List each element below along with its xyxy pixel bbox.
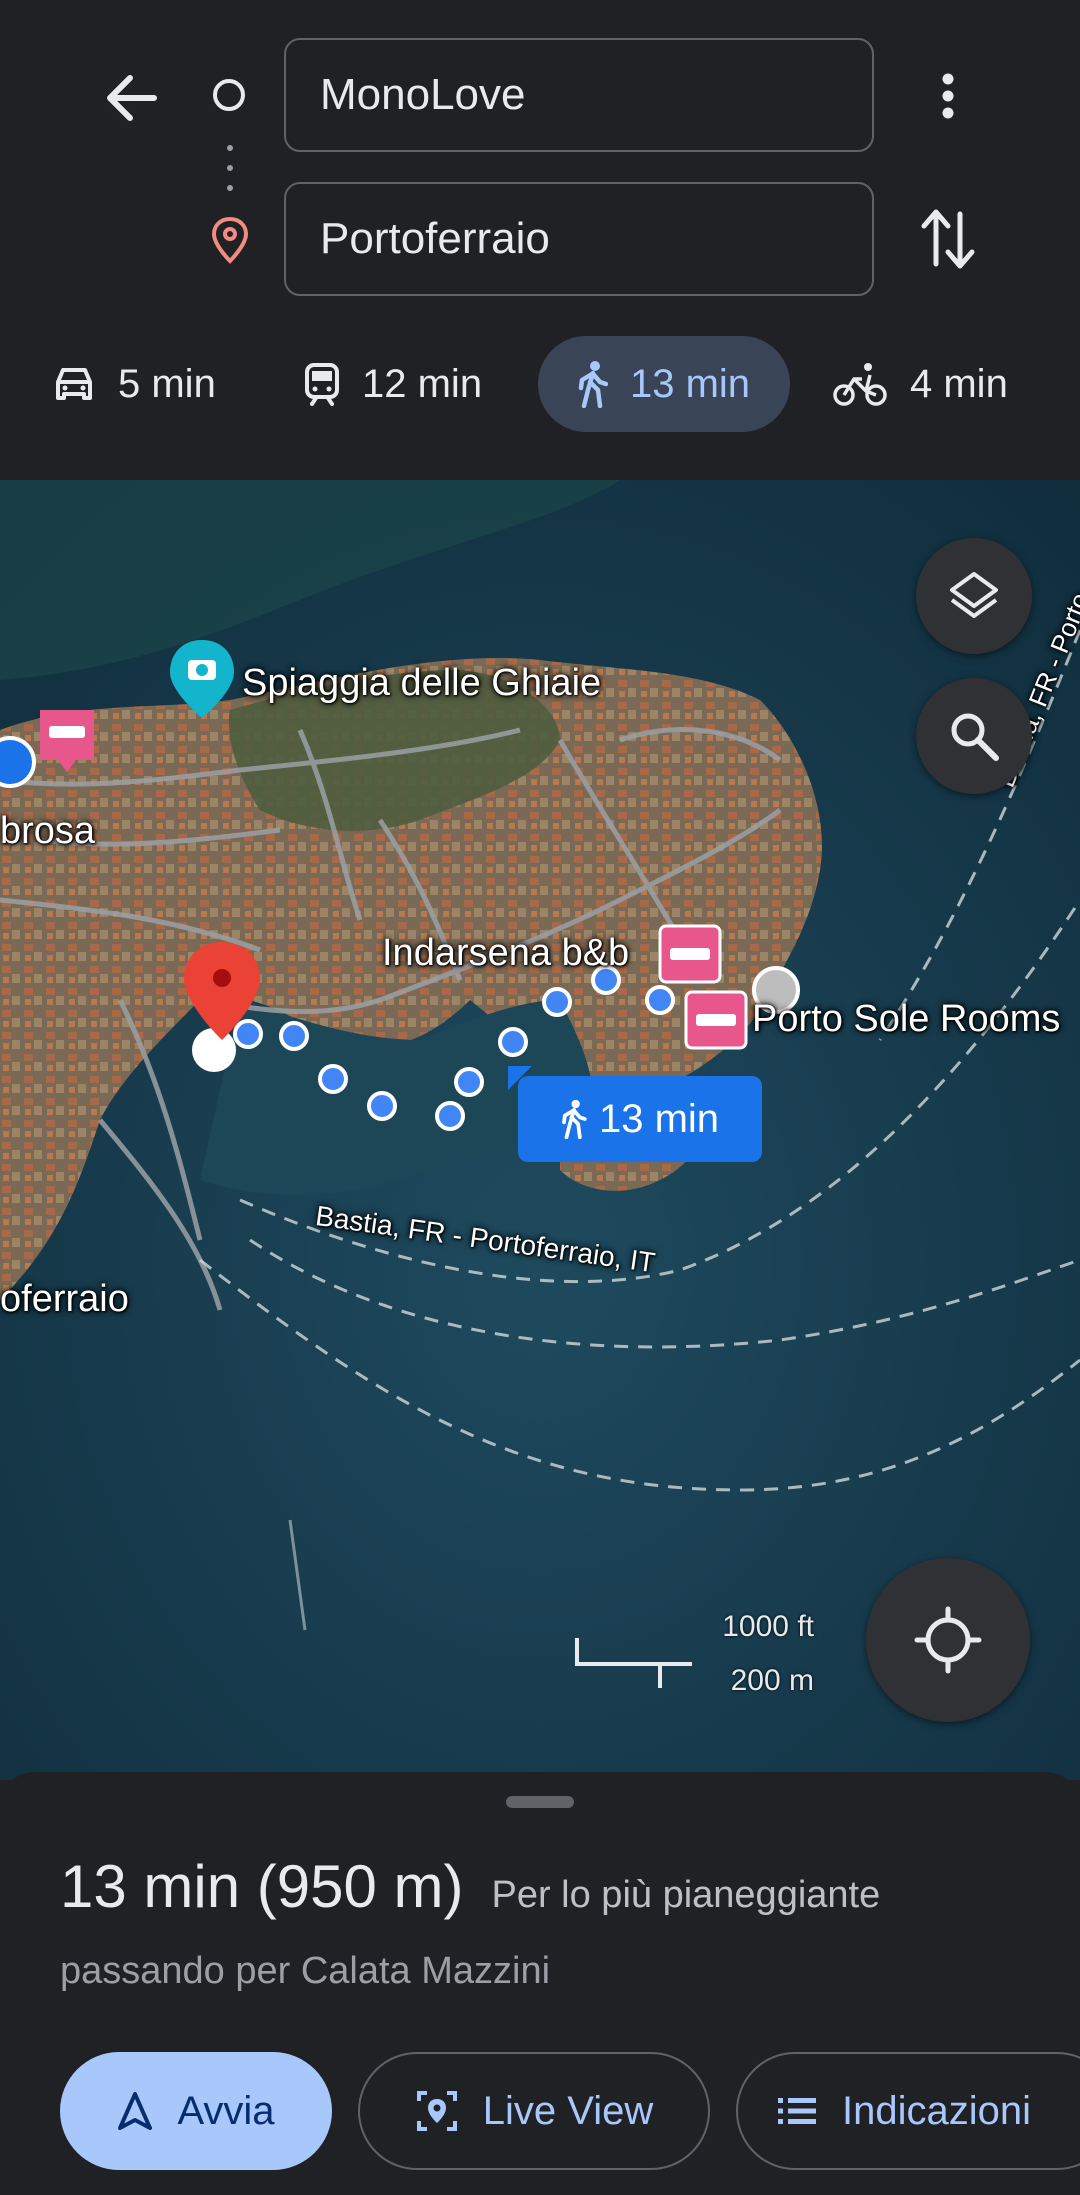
train-icon <box>305 363 339 406</box>
scale-meters: 200 m <box>730 1664 814 1697</box>
tab-drive[interactable]: 5 min <box>52 336 216 432</box>
swap-directions-button[interactable] <box>916 204 980 274</box>
scale-feet: 1000 ft <box>722 1610 814 1643</box>
town-label: oferraio <box>0 1278 129 1320</box>
my-location-button[interactable] <box>866 1558 1030 1722</box>
origin-marker-icon <box>212 78 246 112</box>
destination-pin-icon <box>211 216 249 264</box>
route-summary-sheet[interactable]: 13 min (950 m) Per lo più pianeggiante p… <box>0 1772 1080 2195</box>
bike-icon <box>833 363 887 406</box>
directions-header: MonoLove Portoferraio 5 min 12 min 13 mi… <box>0 0 1080 480</box>
walk-time: 13 min <box>629 361 751 406</box>
walk-icon <box>562 1099 587 1139</box>
bike-time: 4 min <box>910 361 1008 406</box>
destination-input[interactable]: Portoferraio <box>284 182 874 296</box>
route-terrain: Per lo più pianeggiante <box>491 1874 881 1916</box>
eta-badge-text: 13 min <box>598 1096 720 1141</box>
swap-vert-icon <box>921 209 975 269</box>
drag-handle[interactable] <box>506 1796 574 1808</box>
route-duration: 13 min (950 m) <box>60 1853 464 1920</box>
search-icon <box>951 713 999 761</box>
poi-label-hotel-porto-sole[interactable]: Porto Sole Rooms <box>752 998 1060 1041</box>
directions-list-button[interactable]: Indicazioni <box>736 2052 1080 2170</box>
tab-walk[interactable]: 13 min <box>538 336 790 432</box>
live-view-icon <box>416 2091 457 2131</box>
more-vert-icon <box>942 73 954 119</box>
start-navigation-button[interactable]: Avvia <box>60 2052 332 2170</box>
poi-label-beach[interactable]: Spiaggia delle Ghiaie <box>242 662 601 705</box>
map-scale: 1000 ft 200 m <box>574 1610 824 1710</box>
my-location-icon <box>914 1606 982 1674</box>
tab-bike[interactable]: 4 min <box>832 336 1008 432</box>
back-button[interactable] <box>98 68 164 128</box>
navigation-icon <box>118 2092 153 2130</box>
more-options-button[interactable] <box>924 66 972 126</box>
route-summary: 13 min (950 m) Per lo più pianeggiante <box>60 1852 880 1921</box>
origin-input[interactable]: MonoLove <box>284 38 874 152</box>
arrow-back-icon <box>107 75 157 121</box>
directions-label: Indicazioni <box>842 2088 1032 2133</box>
map-view[interactable]: Spiaggia delle Ghiaie brosa Indarsena b&… <box>0 480 1080 1780</box>
walk-icon <box>578 361 608 408</box>
layers-icon <box>950 572 998 618</box>
scale-bar-icon <box>575 1638 692 1688</box>
travel-mode-tabs: 5 min 12 min 13 min 4 min <box>0 336 1080 432</box>
poi-label-partial[interactable]: brosa <box>0 810 95 853</box>
drive-time: 5 min <box>118 361 216 406</box>
route-connector-icon <box>227 145 233 191</box>
list-icon <box>778 2098 816 2124</box>
start-label: Avvia <box>177 2088 275 2133</box>
tab-transit[interactable]: 12 min <box>304 336 482 432</box>
poi-label-hotel-indarsena[interactable]: Indarsena b&b <box>382 932 629 975</box>
car-icon <box>56 368 92 400</box>
route-via: passando per Calata Mazzini <box>60 1950 551 1992</box>
eta-badge: 13 min <box>518 1076 762 1162</box>
layers-button[interactable] <box>916 538 1032 654</box>
transit-time: 12 min <box>362 361 483 406</box>
live-view-button[interactable]: Live View <box>358 2052 710 2170</box>
search-along-route-button[interactable] <box>916 678 1032 794</box>
live-view-label: Live View <box>482 2088 654 2133</box>
